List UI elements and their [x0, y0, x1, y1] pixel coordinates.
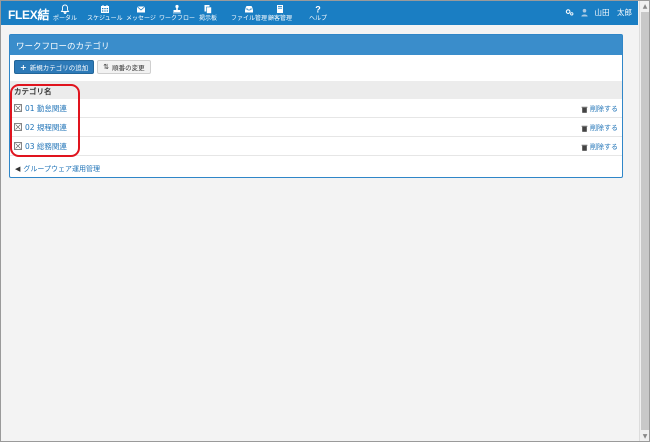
bell-icon [60, 4, 70, 14]
nav-label: ポータル [53, 15, 78, 22]
table-row: 01 勤怠関連 削除する [10, 99, 622, 118]
delete-button[interactable]: 削除する [581, 123, 618, 133]
category-panel: ワークフローのカテゴリ + 新規カテゴリの追加 ⇅ 順番の変更 カテゴリ名 01… [9, 34, 623, 178]
nav-portal[interactable]: ポータル [53, 4, 77, 24]
top-nav-bar: FLEX結 ポータル スケジュール メッセージ ワークフロー 掲示板 ファイル管… [1, 1, 638, 25]
nav-bulletin[interactable]: 掲示板 [199, 4, 217, 24]
change-order-label: 順番の変更 [112, 64, 145, 72]
column-header-category-name: カテゴリ名 [10, 81, 622, 99]
panel-title: ワークフローのカテゴリ [10, 35, 622, 55]
calendar-icon [100, 5, 109, 13]
nav-label: ワークフロー [159, 15, 196, 22]
inbox-icon [245, 6, 253, 13]
delete-label: 削除する [590, 105, 618, 113]
nav-label: スケジュール [87, 15, 123, 22]
gear-icon[interactable] [565, 8, 574, 17]
caret-left-icon: ◀ [15, 165, 21, 173]
user-area: 山田 太郎 [565, 7, 633, 18]
add-category-button[interactable]: + 新規カテゴリの追加 [14, 60, 95, 74]
user-name[interactable]: 山田 太郎 [595, 7, 633, 18]
stamp-icon [173, 4, 181, 14]
nav-file-management[interactable]: ファイル管理 [231, 4, 267, 24]
brand-logo[interactable]: FLEX結 [8, 6, 49, 23]
svg-text:?: ? [315, 5, 321, 15]
scroll-thumb[interactable] [641, 12, 649, 430]
documents-icon [204, 5, 212, 14]
delete-label: 削除する [590, 143, 618, 151]
back-link-label: グループウェア運用管理 [23, 165, 100, 173]
vertical-scrollbar[interactable]: ▲ ▼ [639, 1, 649, 441]
delete-button[interactable]: 削除する [581, 104, 618, 114]
add-category-label: 新規カテゴリの追加 [29, 64, 89, 72]
nav-label: 掲示板 [199, 15, 218, 22]
delete-button[interactable]: 削除する [581, 142, 618, 152]
delete-label: 削除する [590, 124, 618, 132]
envelope-icon [136, 6, 146, 13]
scroll-down-arrow-icon[interactable]: ▼ [640, 431, 650, 441]
toolbar: + 新規カテゴリの追加 ⇅ 順番の変更 [14, 60, 151, 74]
plus-icon: + [20, 62, 27, 72]
trash-icon [581, 125, 588, 132]
trash-icon [581, 106, 588, 113]
table-row: 03 総務関連 削除する [10, 137, 622, 156]
nav-help[interactable]: ? ヘルプ [309, 4, 327, 24]
highlight-annotation [10, 84, 80, 157]
nav-label: ファイル管理 [231, 15, 268, 22]
change-order-button[interactable]: ⇅ 順番の変更 [97, 60, 151, 74]
category-table: カテゴリ名 01 勤怠関連 削除する 02 規程関連 削除する 03 総務関連 … [10, 81, 622, 156]
question-icon: ? [315, 5, 321, 15]
user-icon [580, 8, 588, 17]
nav-customer-management[interactable]: 顧客管理 [268, 4, 292, 24]
book-icon [277, 5, 283, 13]
nav-label: メッセージ [126, 15, 156, 22]
trash-icon [581, 144, 588, 151]
table-row: 02 規程関連 削除する [10, 118, 622, 137]
scroll-up-arrow-icon[interactable]: ▲ [640, 1, 650, 11]
nav-label: ヘルプ [309, 15, 328, 22]
nav-message[interactable]: メッセージ [126, 4, 156, 24]
back-link[interactable]: ◀ グループウェア運用管理 [15, 164, 100, 174]
nav-schedule[interactable]: スケジュール [87, 4, 123, 24]
nav-workflow[interactable]: ワークフロー [159, 4, 195, 24]
nav-label: 顧客管理 [268, 15, 293, 22]
sort-arrows-icon: ⇅ [103, 63, 110, 71]
